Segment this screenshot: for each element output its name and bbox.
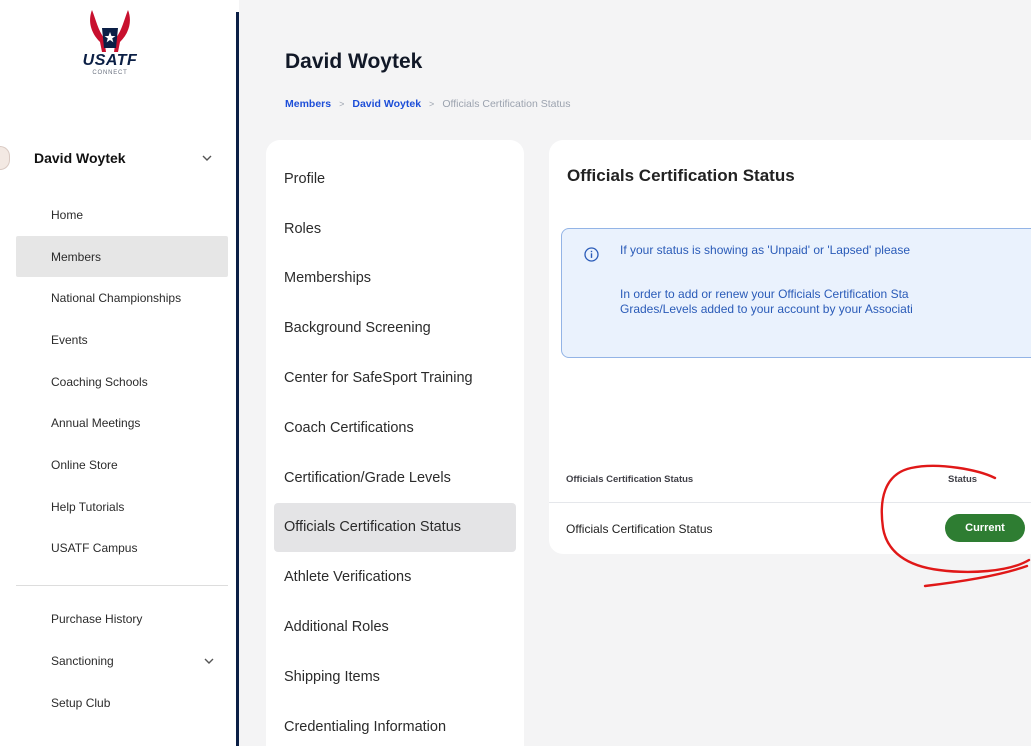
breadcrumb-separator-icon: >	[339, 99, 345, 109]
logo-subtext: CONNECT	[92, 70, 128, 76]
sidebar-item-label: Purchase History	[51, 612, 143, 626]
subnav-item-athlete-verifications[interactable]: Athlete Verifications	[274, 552, 516, 602]
subnav-item-officials-certification-status[interactable]: Officials Certification Status	[274, 502, 516, 553]
logo-wings-icon	[90, 10, 130, 52]
breadcrumb-separator-icon: >	[429, 99, 435, 109]
breadcrumb-member-name[interactable]: David Woytek	[352, 98, 421, 110]
subnav-item-memberships[interactable]: Memberships	[274, 254, 516, 304]
member-subnav: Profile Roles Memberships Background Scr…	[266, 140, 524, 746]
subnav-item-shipping-items[interactable]: Shipping Items	[274, 652, 516, 702]
sidebar-item-annual-meetings[interactable]: Annual Meetings	[16, 402, 228, 444]
user-menu[interactable]: David Woytek	[0, 138, 230, 178]
sidebar-item-setup-club[interactable]: Setup Club	[16, 682, 228, 724]
alert-text-line: Grades/Levels added to your account by y…	[620, 302, 913, 316]
sidebar: USATF CONNECT David Woytek Home Members …	[0, 0, 236, 746]
sidebar-item-label: Online Store	[51, 457, 118, 472]
breadcrumb-current: Officials Certification Status	[442, 98, 571, 110]
sidebar-item-label: Events	[51, 332, 88, 347]
card-title: Officials Certification Status	[567, 166, 795, 185]
sidebar-item-help-tutorials[interactable]: Help Tutorials	[16, 486, 228, 528]
subnav-item-background-screening[interactable]: Background Screening	[274, 303, 516, 353]
table-divider	[549, 502, 1031, 503]
sidebar-item-label: Members	[51, 249, 102, 264]
sidebar-item-label: Sanctioning	[51, 654, 114, 668]
column-header-status: Status	[948, 474, 978, 485]
usatf-logo[interactable]: USATF CONNECT	[70, 8, 150, 100]
logo-wordmark: USATF	[82, 52, 138, 69]
sidebar-item-national-championships[interactable]: National Championships	[16, 277, 228, 319]
page-title: David Woytek	[285, 50, 423, 73]
sidebar-item-label: USATF Campus	[51, 541, 138, 556]
sidebar-item-sanctioning[interactable]: Sanctioning	[16, 640, 228, 682]
table-row: Officials Certification Status	[566, 522, 713, 536]
sidebar-item-online-store[interactable]: Online Store	[16, 444, 228, 486]
sidebar-item-label: National Championships	[51, 291, 182, 306]
sidebar-secondary-nav: Purchase History Sanctioning Setup Club	[16, 598, 228, 724]
table-header: Officials Certification Status Status	[566, 474, 1031, 485]
sidebar-item-purchase-history[interactable]: Purchase History	[16, 598, 228, 640]
sidebar-item-coaching-schools[interactable]: Coaching Schools	[16, 361, 228, 403]
subnav-item-profile[interactable]: Profile	[274, 154, 516, 204]
avatar	[0, 146, 10, 170]
sidebar-item-home[interactable]: Home	[16, 194, 228, 236]
sidebar-item-events[interactable]: Events	[16, 319, 228, 361]
sidebar-divider	[16, 585, 228, 586]
subnav-item-coach-certifications[interactable]: Coach Certifications	[274, 403, 516, 453]
sidebar-item-label: Help Tutorials	[51, 499, 125, 514]
breadcrumb: Members > David Woytek > Officials Certi…	[285, 98, 571, 110]
sidebar-nav: Home Members National Championships Even…	[16, 194, 228, 569]
subnav-item-roles[interactable]: Roles	[274, 204, 516, 254]
info-alert: If your status is showing as 'Unpaid' or…	[561, 228, 1031, 358]
sidebar-item-label: Coaching Schools	[51, 374, 148, 389]
subnav-item-safesport-training[interactable]: Center for SafeSport Training	[274, 353, 516, 403]
sidebar-item-label: Home	[51, 207, 84, 222]
main-content: David Woytek Members > David Woytek > Of…	[239, 0, 1031, 746]
status-badge: Current	[945, 514, 1025, 542]
info-icon	[584, 247, 599, 262]
user-name: David Woytek	[34, 150, 126, 166]
subnav-item-credentialing-information[interactable]: Credentialing Information	[274, 702, 516, 746]
certification-status-card: Officials Certification Status If your s…	[549, 140, 1031, 554]
sidebar-item-label: Setup Club	[51, 696, 111, 710]
breadcrumb-members[interactable]: Members	[285, 98, 331, 110]
sidebar-item-members[interactable]: Members	[16, 235, 228, 278]
chevron-down-icon[interactable]	[204, 656, 214, 666]
sidebar-item-label: Annual Meetings	[51, 416, 141, 431]
alert-text-line: If your status is showing as 'Unpaid' or…	[620, 243, 910, 257]
alert-text-line: In order to add or renew your Officials …	[620, 287, 909, 301]
chevron-down-icon[interactable]	[202, 153, 212, 163]
sidebar-item-usatf-campus[interactable]: USATF Campus	[16, 528, 228, 570]
subnav-item-certification-grade-levels[interactable]: Certification/Grade Levels	[274, 453, 516, 503]
subnav-item-additional-roles[interactable]: Additional Roles	[274, 602, 516, 652]
column-header-name: Officials Certification Status	[566, 474, 694, 485]
